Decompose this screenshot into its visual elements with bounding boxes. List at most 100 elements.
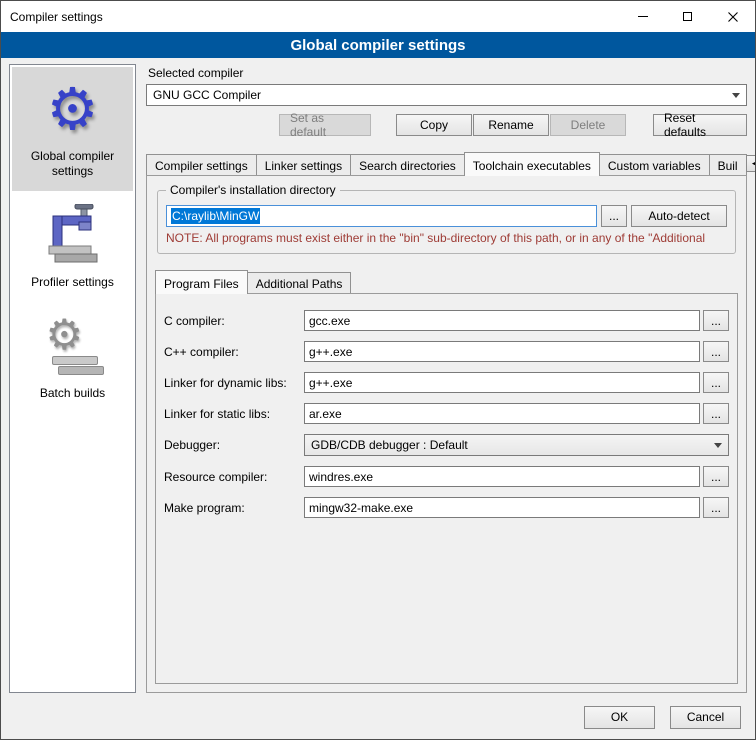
installation-directory-row: C:\raylib\MinGW ... Auto-detect [166, 205, 727, 227]
c-compiler-input[interactable]: gcc.exe [304, 310, 700, 331]
resource-compiler-browse-button[interactable]: ... [703, 466, 729, 487]
minimize-icon [638, 16, 648, 17]
sidebar-item-label: Global compiler settings [16, 149, 129, 179]
compiler-action-buttons: Set as default Copy Rename Delete Reset … [146, 114, 747, 136]
delete-button: Delete [550, 114, 626, 136]
selected-compiler-label: Selected compiler [148, 66, 747, 80]
tab-build-options[interactable]: Buil [709, 154, 747, 175]
static-linker-label: Linker for static libs: [164, 407, 304, 421]
close-icon [727, 11, 739, 23]
make-program-value: mingw32-make.exe [309, 501, 413, 515]
chevron-down-icon [714, 443, 722, 448]
copy-button[interactable]: Copy [396, 114, 472, 136]
settings-tabstrip: Compiler settings Linker settings Search… [146, 152, 747, 175]
gear-icon: ⚙ [47, 78, 99, 142]
reset-defaults-button[interactable]: Reset defaults [653, 114, 747, 136]
dialog-body: ⚙ Global compiler settings Pr [1, 58, 755, 701]
settings-category-list: ⚙ Global compiler settings Pr [9, 64, 136, 693]
close-button[interactable] [710, 1, 755, 32]
window-controls [620, 1, 755, 32]
tab-program-files[interactable]: Program Files [155, 270, 248, 294]
chevron-left-icon: ◂ [752, 158, 756, 169]
make-program-input[interactable]: mingw32-make.exe [304, 497, 700, 518]
cpp-compiler-value: g++.exe [309, 345, 352, 359]
sidebar-item-label: Profiler settings [31, 275, 114, 290]
selected-compiler-dropdown[interactable]: GNU GCC Compiler [146, 84, 747, 106]
set-as-default-button: Set as default [279, 114, 371, 136]
form-row-c-compiler: C compiler: gcc.exe ... [164, 310, 729, 331]
form-row-cpp-compiler: C++ compiler: g++.exe ... [164, 341, 729, 362]
titlebar: Compiler settings [1, 1, 755, 32]
tab-scroll-arrows: ◂ ▸ [746, 155, 756, 172]
make-program-browse-button[interactable]: ... [703, 497, 729, 518]
dynamic-linker-browse-button[interactable]: ... [703, 372, 729, 393]
debugger-label: Debugger: [164, 438, 304, 452]
cancel-button[interactable]: Cancel [670, 706, 741, 729]
sidebar-item-profiler-settings[interactable]: Profiler settings [12, 193, 133, 302]
tab-toolchain-executables[interactable]: Toolchain executables [464, 152, 600, 176]
debugger-dropdown[interactable]: GDB/CDB debugger : Default [304, 434, 729, 456]
sidebar-item-label: Batch builds [40, 386, 105, 401]
tab-scroll-left-button[interactable]: ◂ [746, 155, 756, 172]
maximize-icon [683, 12, 692, 21]
debugger-value: GDB/CDB debugger : Default [311, 438, 468, 452]
install-dir-browse-button[interactable]: ... [601, 205, 627, 227]
tab-compiler-settings[interactable]: Compiler settings [146, 154, 257, 175]
rename-button[interactable]: Rename [473, 114, 549, 136]
resource-compiler-label: Resource compiler: [164, 470, 304, 484]
tab-custom-variables[interactable]: Custom variables [599, 154, 710, 175]
install-dir-selected-text: C:\raylib\MinGW [171, 208, 260, 224]
dynamic-linker-value: g++.exe [309, 376, 352, 390]
global-compiler-settings-gear-icon: ⚙ [40, 77, 106, 143]
bin-subdirectory-note: NOTE: All programs must exist either in … [166, 231, 727, 245]
chevron-down-icon [732, 93, 740, 98]
sidebar-item-batch-builds[interactable]: ⚙ Batch builds [12, 304, 133, 413]
window-title: Compiler settings [1, 10, 103, 24]
resource-compiler-input[interactable]: windres.exe [304, 466, 700, 487]
autodetect-button[interactable]: Auto-detect [631, 205, 727, 227]
c-compiler-browse-button[interactable]: ... [703, 310, 729, 331]
cpp-compiler-input[interactable]: g++.exe [304, 341, 700, 362]
cpp-compiler-label: C++ compiler: [164, 345, 304, 359]
make-program-label: Make program: [164, 501, 304, 515]
stack-plate-icon [58, 366, 104, 375]
toolchain-executables-panel: Compiler's installation directory C:\ray… [146, 175, 747, 693]
c-compiler-value: gcc.exe [309, 314, 350, 328]
static-linker-browse-button[interactable]: ... [703, 403, 729, 424]
compiler-settings-window: Compiler settings Global compiler settin… [0, 0, 756, 740]
form-row-dynamic-linker: Linker for dynamic libs: g++.exe ... [164, 372, 729, 393]
maximize-button[interactable] [665, 1, 710, 32]
static-linker-value: ar.exe [309, 407, 342, 421]
batch-builds-gear-icon: ⚙ [40, 314, 106, 380]
minimize-button[interactable] [620, 1, 665, 32]
tab-additional-paths[interactable]: Additional Paths [247, 272, 352, 293]
profiler-clamp-icon [40, 203, 106, 269]
stack-plate-icon [52, 356, 98, 365]
dynamic-linker-label: Linker for dynamic libs: [164, 376, 304, 390]
resource-compiler-value: windres.exe [309, 470, 373, 484]
form-row-make-program: Make program: mingw32-make.exe ... [164, 497, 729, 518]
clamp-icon [41, 204, 105, 268]
form-row-debugger: Debugger: GDB/CDB debugger : Default [164, 434, 729, 456]
install-dir-input[interactable]: C:\raylib\MinGW [166, 205, 597, 227]
form-row-resource-compiler: Resource compiler: windres.exe ... [164, 466, 729, 487]
installation-directory-legend: Compiler's installation directory [166, 183, 340, 197]
dialog-footer: OK Cancel [1, 701, 755, 739]
dialog-header: Global compiler settings [1, 32, 755, 58]
sidebar-item-global-compiler-settings[interactable]: ⚙ Global compiler settings [12, 67, 133, 191]
tab-linker-settings[interactable]: Linker settings [256, 154, 351, 175]
c-compiler-label: C compiler: [164, 314, 304, 328]
dynamic-linker-input[interactable]: g++.exe [304, 372, 700, 393]
ok-button[interactable]: OK [584, 706, 655, 729]
installation-directory-groupbox: Compiler's installation directory C:\ray… [157, 190, 736, 254]
static-linker-input[interactable]: ar.exe [304, 403, 700, 424]
main-panel: Selected compiler GNU GCC Compiler Set a… [146, 64, 747, 693]
form-row-static-linker: Linker for static libs: ar.exe ... [164, 403, 729, 424]
tab-search-directories[interactable]: Search directories [350, 154, 465, 175]
gray-gear-icon: ⚙ [46, 312, 84, 358]
cpp-compiler-browse-button[interactable]: ... [703, 341, 729, 362]
dialog-header-title: Global compiler settings [290, 37, 465, 54]
program-files-panel: C compiler: gcc.exe ... C++ compiler: g+… [155, 293, 738, 684]
program-files-tabstrip: Program Files Additional Paths [155, 270, 738, 293]
selected-compiler-value: GNU GCC Compiler [153, 88, 261, 102]
